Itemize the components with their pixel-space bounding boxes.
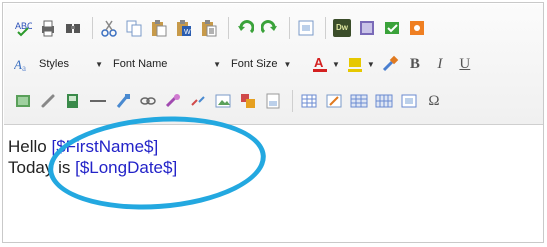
svg-text:A: A bbox=[14, 57, 22, 72]
font-size-label: Font Size bbox=[231, 58, 278, 70]
spellcheck-icon[interactable]: ABC bbox=[14, 19, 32, 37]
preview-icon[interactable] bbox=[297, 19, 315, 37]
font-color-icon[interactable]: A bbox=[311, 55, 329, 73]
link-icon[interactable] bbox=[39, 92, 57, 110]
cut-icon[interactable] bbox=[100, 19, 118, 37]
document-manager-icon[interactable] bbox=[264, 92, 282, 110]
toolbar-separator bbox=[228, 17, 229, 39]
redo-icon[interactable] bbox=[261, 19, 279, 37]
chevron-down-icon: ▼ bbox=[283, 59, 292, 69]
toolbar-row-1: ABC W Dw bbox=[14, 14, 433, 42]
svg-text:ABC: ABC bbox=[15, 21, 32, 31]
template-manager-icon[interactable] bbox=[325, 92, 343, 110]
chevron-down-icon[interactable]: ▼ bbox=[367, 60, 375, 69]
svg-text:W: W bbox=[184, 29, 191, 36]
font-size-dropdown[interactable]: Font Size ▼ bbox=[231, 54, 301, 74]
format-painter-icon[interactable] bbox=[381, 55, 399, 73]
svg-text:a: a bbox=[22, 63, 26, 73]
toolbar-separator bbox=[92, 17, 93, 39]
text-hello: Hello bbox=[8, 137, 52, 156]
print-icon[interactable] bbox=[39, 19, 57, 37]
highlight-color-icon[interactable] bbox=[346, 55, 364, 73]
image-icon[interactable] bbox=[14, 92, 32, 110]
toolbar-row-2: Aa Styles ▼ Font Name ▼ Font Size ▼ A ▼ … bbox=[14, 50, 481, 78]
anchor-icon[interactable] bbox=[114, 92, 132, 110]
find-icon[interactable] bbox=[64, 19, 82, 37]
font-name-dropdown[interactable]: Font Name ▼ bbox=[113, 54, 221, 74]
paste-icon[interactable] bbox=[150, 19, 168, 37]
copy-icon[interactable] bbox=[125, 19, 143, 37]
media-icon[interactable] bbox=[64, 92, 82, 110]
paste-word-icon[interactable]: W bbox=[175, 19, 193, 37]
svg-text:A: A bbox=[314, 55, 324, 70]
chevron-down-icon: ▼ bbox=[95, 59, 103, 69]
styles-icon: Aa bbox=[14, 55, 32, 73]
image-manager-icon[interactable] bbox=[214, 92, 232, 110]
toolbar-separator bbox=[289, 17, 290, 39]
flash-icon[interactable] bbox=[239, 92, 257, 110]
undo-icon[interactable] bbox=[236, 19, 254, 37]
unlink-icon[interactable] bbox=[189, 92, 207, 110]
horizontal-rule-icon[interactable] bbox=[89, 92, 107, 110]
insert-column-icon[interactable] bbox=[375, 92, 393, 110]
toolbar-separator bbox=[325, 17, 326, 39]
cell-properties-icon[interactable] bbox=[400, 92, 418, 110]
bold-button[interactable]: B bbox=[406, 55, 424, 73]
table-icon[interactable] bbox=[300, 92, 318, 110]
settings-icon[interactable] bbox=[408, 19, 426, 37]
toolbar-separator bbox=[292, 90, 293, 112]
styles-label: Styles bbox=[39, 58, 69, 70]
special-character-icon[interactable]: Ω bbox=[425, 92, 443, 110]
dreamweaver-icon[interactable]: Dw bbox=[333, 19, 351, 37]
styles-dropdown[interactable]: Styles ▼ bbox=[39, 54, 103, 74]
chevron-down-icon: ▼ bbox=[213, 59, 221, 69]
toolbar-row-3: Ω bbox=[14, 87, 450, 115]
save-icon[interactable] bbox=[383, 19, 401, 37]
toolbar: ABC W Dw A a Styles ▼ Font Name ▼ Font S… bbox=[4, 4, 543, 125]
editor-frame: ABC W Dw A a Styles ▼ Font Name ▼ Font S… bbox=[2, 2, 544, 243]
chevron-down-icon[interactable]: ▼ bbox=[332, 60, 340, 69]
hyperlink-icon[interactable] bbox=[139, 92, 157, 110]
insert-row-icon[interactable] bbox=[350, 92, 368, 110]
template-icon[interactable] bbox=[358, 19, 376, 37]
underline-button[interactable]: U bbox=[456, 55, 474, 73]
italic-button[interactable]: I bbox=[431, 55, 449, 73]
font-name-label: Font Name bbox=[113, 58, 168, 70]
paste-text-icon[interactable] bbox=[200, 19, 218, 37]
emoticon-icon[interactable] bbox=[164, 92, 182, 110]
